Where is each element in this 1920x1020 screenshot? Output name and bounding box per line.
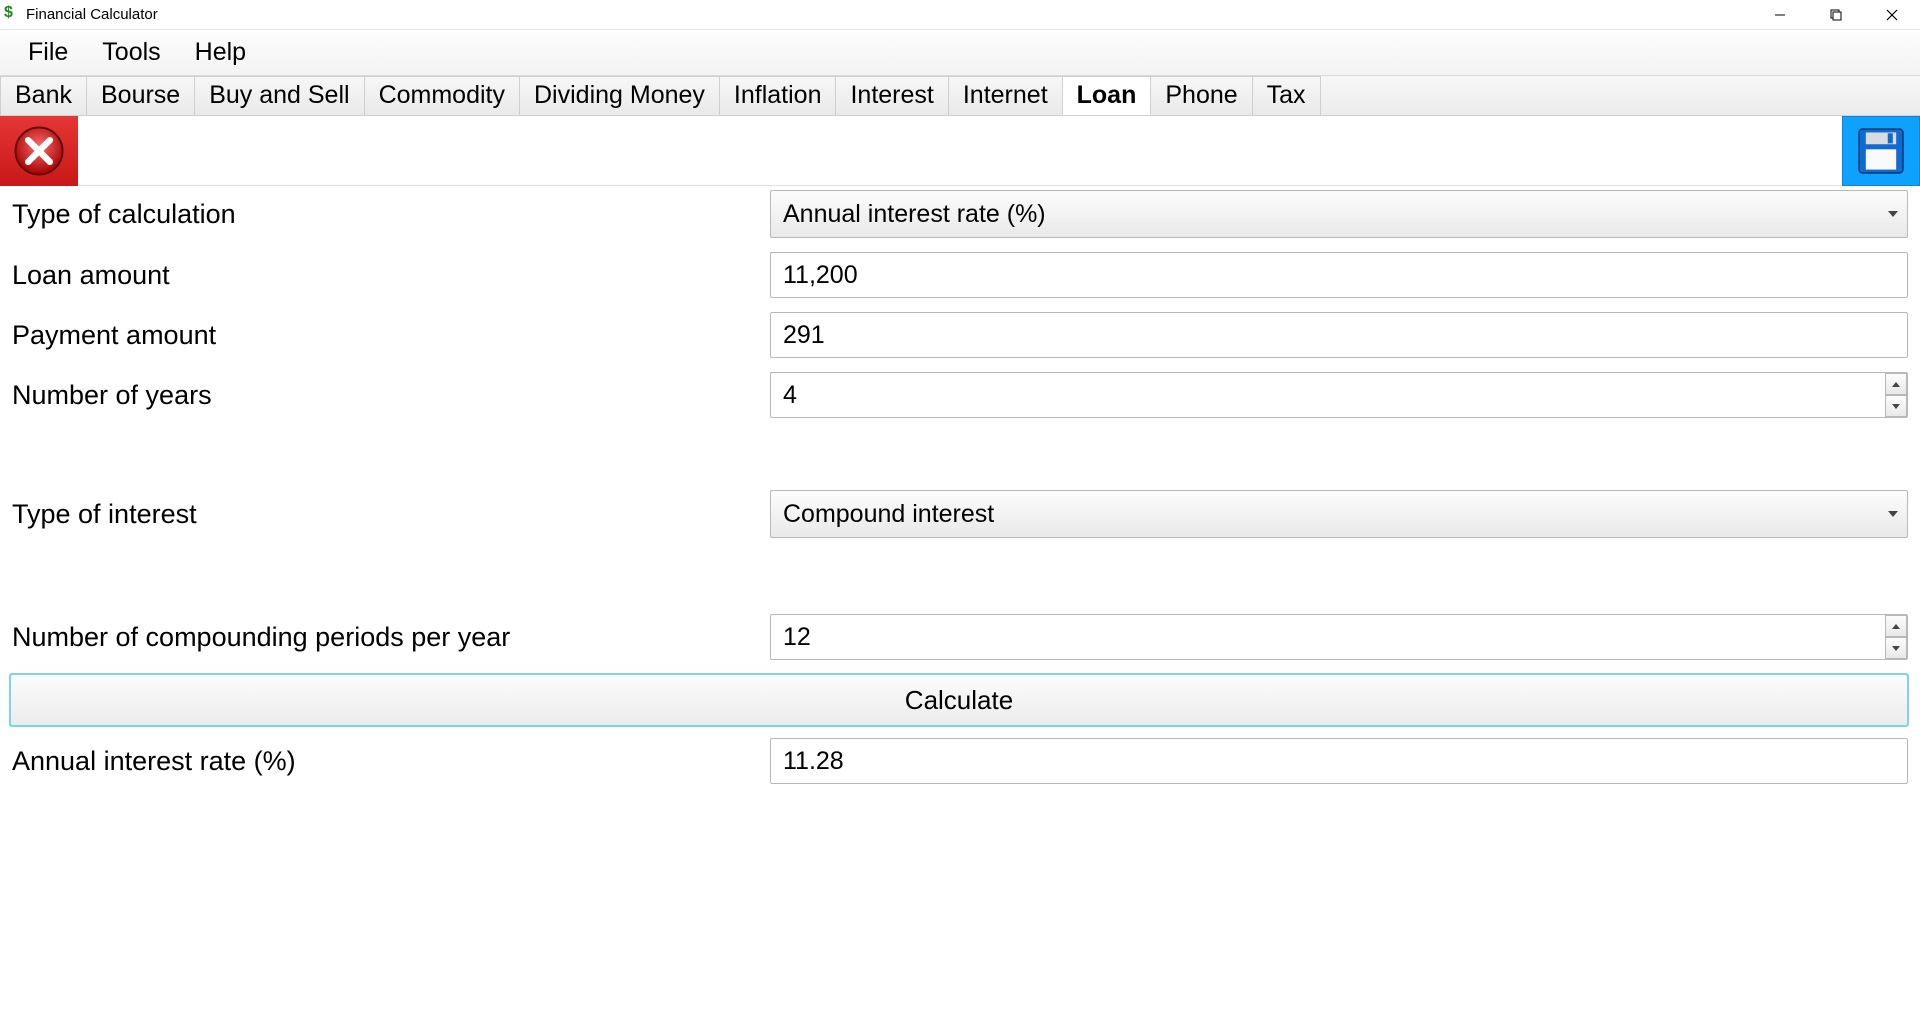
menubar: File Tools Help [0,30,1920,76]
row-type-of-calculation: Type of calculation Annual interest rate… [10,190,1908,238]
minimize-icon [1774,9,1786,21]
tab-tax[interactable]: Tax [1252,76,1321,115]
tab-loan[interactable]: Loan [1062,76,1152,115]
label-type-of-calculation: Type of calculation [10,199,770,230]
window-controls [1752,0,1920,30]
clear-x-icon [10,122,68,180]
label-compounding-periods: Number of compounding periods per year [10,622,770,653]
tab-bourse[interactable]: Bourse [86,76,195,115]
window-title: Financial Calculator [26,6,158,23]
row-calculate: Calculate [10,674,1908,726]
tab-interest[interactable]: Interest [835,76,948,115]
label-number-of-years: Number of years [10,380,770,411]
maximize-button[interactable] [1808,0,1864,30]
input-compounding-periods[interactable] [770,614,1908,660]
tab-buy-and-sell[interactable]: Buy and Sell [194,76,364,115]
save-button[interactable] [1842,116,1920,186]
tab-inflation[interactable]: Inflation [719,76,837,115]
calculate-button[interactable]: Calculate [10,674,1908,726]
tab-strip: Bank Bourse Buy and Sell Commodity Divid… [0,76,1920,116]
label-type-of-interest: Type of interest [10,499,770,530]
row-result: Annual interest rate (%) [10,738,1908,784]
toolbar [0,116,1920,186]
input-number-of-years[interactable] [770,372,1908,418]
row-type-of-interest: Type of interest Compound interest [10,490,1908,538]
titlebar-left: $ Financial Calculator [4,4,158,25]
minimize-button[interactable] [1752,0,1808,30]
loan-form: Type of calculation Annual interest rate… [0,186,1920,784]
combo-type-of-calculation-value: Annual interest rate (%) [783,200,1046,229]
label-loan-amount: Loan amount [10,260,770,291]
caret-down-icon [1892,646,1900,651]
maximize-icon [1830,9,1842,21]
chevron-down-icon [1888,511,1898,517]
tab-bank[interactable]: Bank [0,76,87,115]
label-payment-amount: Payment amount [10,320,770,351]
input-loan-amount[interactable] [770,252,1908,298]
combo-type-of-interest[interactable]: Compound interest [770,490,1908,538]
svg-text:$: $ [4,4,13,20]
combo-type-of-calculation[interactable]: Annual interest rate (%) [770,190,1908,238]
row-compounding-periods: Number of compounding periods per year [10,614,1908,660]
years-step-up[interactable] [1885,373,1907,395]
row-loan-amount: Loan amount [10,252,1908,298]
input-payment-amount[interactable] [770,312,1908,358]
row-payment-amount: Payment amount [10,312,1908,358]
caret-up-icon [1892,624,1900,629]
output-annual-interest-rate[interactable] [770,738,1908,784]
combo-type-of-interest-value: Compound interest [783,500,994,529]
close-button[interactable] [1864,0,1920,30]
close-icon [1886,9,1898,21]
app-icon: $ [4,4,20,25]
menu-help[interactable]: Help [187,36,254,69]
save-floppy-icon [1854,124,1908,178]
years-step-down[interactable] [1885,395,1907,417]
tab-phone[interactable]: Phone [1150,76,1252,115]
row-number-of-years: Number of years [10,372,1908,418]
periods-step-down[interactable] [1885,637,1907,659]
periods-step-up[interactable] [1885,615,1907,637]
titlebar: $ Financial Calculator [0,0,1920,30]
clear-button[interactable] [0,116,78,186]
menu-tools[interactable]: Tools [94,36,168,69]
menu-file[interactable]: File [20,36,76,69]
tab-dividing-money[interactable]: Dividing Money [519,76,720,115]
label-result: Annual interest rate (%) [10,746,770,777]
chevron-down-icon [1888,211,1898,217]
caret-down-icon [1892,404,1900,409]
tab-commodity[interactable]: Commodity [364,76,520,115]
tab-internet[interactable]: Internet [948,76,1063,115]
caret-up-icon [1892,382,1900,387]
